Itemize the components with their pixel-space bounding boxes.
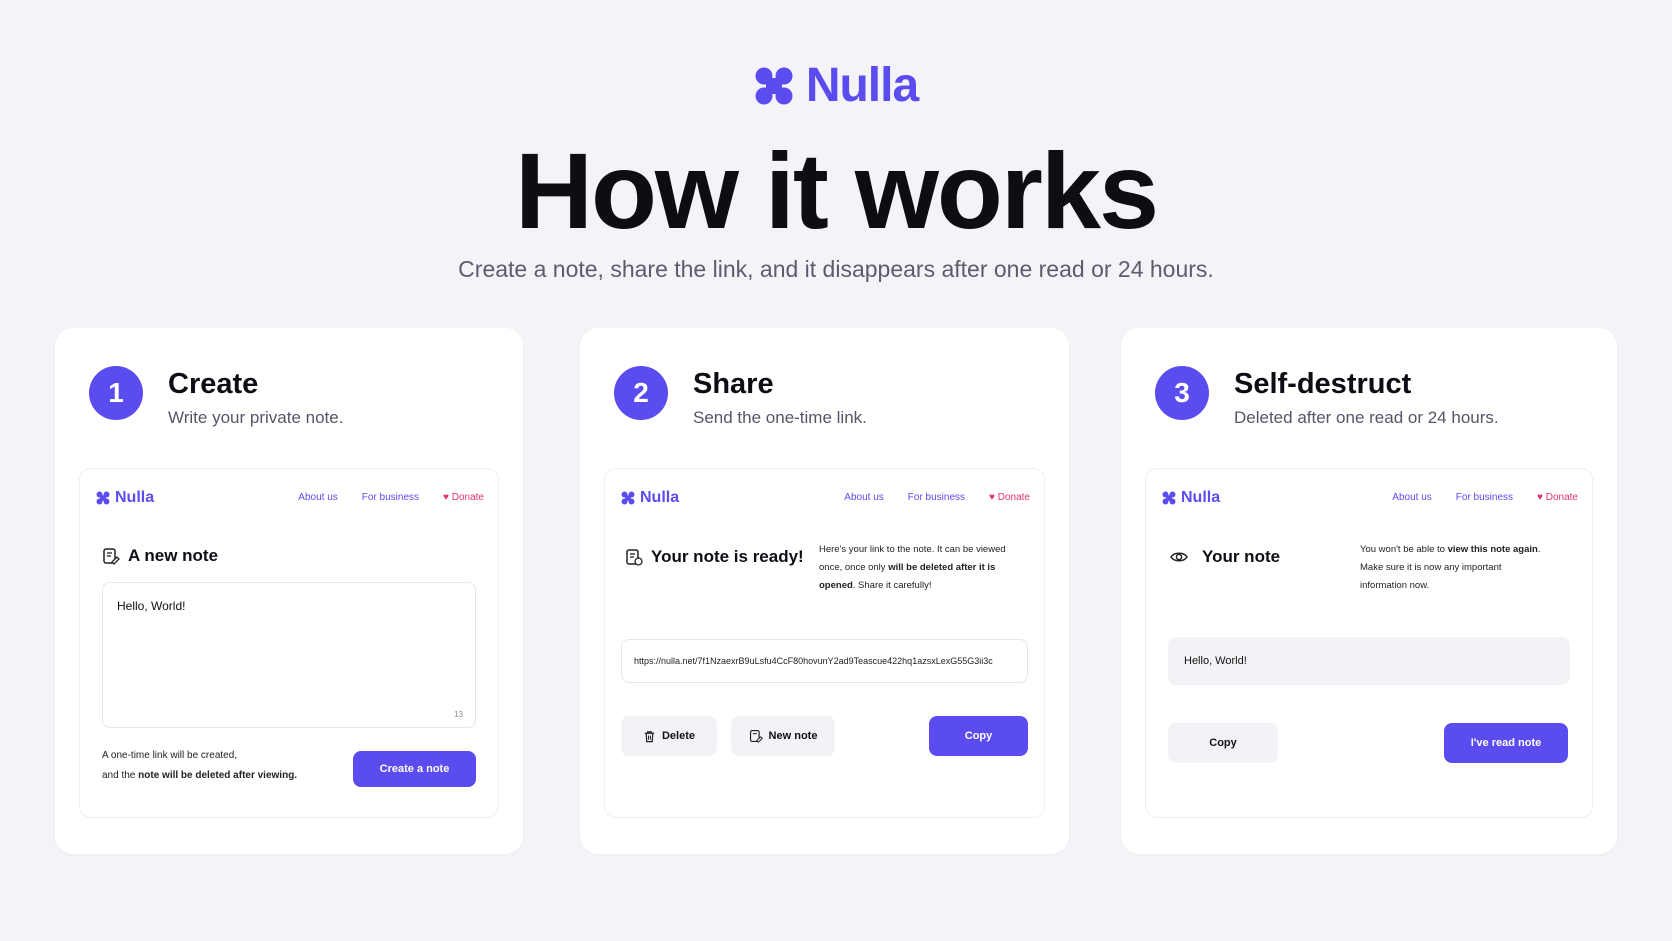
step-title: Share [693, 368, 774, 400]
footer-notice-prefix: and the [102, 770, 139, 781]
mini-nav: About us For business ♥ Donate [298, 492, 484, 503]
mini-brand[interactable]: Nulla [621, 489, 679, 507]
share-link-field[interactable]: https://nulla.net/7f1NzaexrB9uLsfu4CcF80… [621, 639, 1028, 683]
read-note-preview: Nulla About us For business ♥ Donate You… [1145, 468, 1593, 818]
step-description: Send the one-time link. [693, 408, 867, 427]
mini-brand[interactable]: Nulla [96, 489, 154, 507]
step-card-create: 1 Create Write your private note. Nulla … [55, 328, 523, 854]
info-line: Here's your link to the note. It can be … [819, 544, 1006, 555]
heart-icon: ♥ [989, 492, 995, 503]
create-note-preview: Nulla About us For business ♥ Donate A n… [79, 468, 499, 818]
info-line: opened. Share it carefully! [819, 577, 1006, 595]
info-line: once, once only will be deleted after it… [819, 559, 1006, 577]
step-card-share: 2 Share Send the one-time link. Nulla Ab… [580, 328, 1069, 854]
page-title: How it works [514, 130, 1159, 251]
copy-note-button[interactable]: Copy [1168, 723, 1278, 763]
note-textarea[interactable]: Hello, World! 13 [102, 582, 476, 728]
footer-notice-bold: note will be deleted after viewing. [138, 770, 298, 781]
note-content: Hello, World! [1168, 637, 1570, 685]
step-number-badge: 2 [614, 366, 668, 420]
note-edit-icon [103, 548, 120, 565]
new-note-button[interactable]: New note [731, 716, 835, 756]
heart-icon: ♥ [1537, 492, 1543, 503]
footer-notice-line1: A one-time link will be created, [102, 750, 238, 761]
footer-notice-line2: and the note will be deleted after viewi… [102, 766, 297, 786]
info-line: information now. [1360, 580, 1430, 591]
mini-brand-name: Nulla [115, 489, 155, 506]
copy-link-button[interactable]: Copy [929, 716, 1028, 756]
nulla-logo-icon [96, 491, 110, 505]
mini-brand-name: Nulla [1181, 489, 1221, 506]
nav-business-link[interactable]: For business [908, 492, 965, 503]
section-heading: A new note [102, 546, 218, 566]
nav-donate-link[interactable]: ♥ Donate [1537, 492, 1578, 503]
delete-button[interactable]: Delete [621, 716, 717, 756]
step-number-badge: 3 [1155, 366, 1209, 420]
note-check-icon [626, 549, 643, 566]
nav-donate-link[interactable]: ♥ Donate [443, 492, 484, 503]
nav-about-link[interactable]: About us [298, 492, 337, 503]
donate-label: Donate [451, 492, 484, 503]
mini-nav: About us For business ♥ Donate [1392, 492, 1578, 503]
nav-donate-link[interactable]: ♥ Donate [989, 492, 1030, 503]
share-note-preview: Nulla About us For business ♥ Donate You… [604, 468, 1045, 818]
brand-header: Nulla [0, 58, 1672, 113]
footer-notice: A one-time link will be created, and the… [102, 746, 297, 786]
info-prefix: You won't be able to [1360, 544, 1448, 555]
info-suffix: . Share it carefully! [852, 580, 932, 591]
mini-nav: About us For business ♥ Donate [844, 492, 1030, 503]
section-heading-text: Your note is ready! [651, 547, 804, 566]
info-bold: view this note again [1447, 544, 1538, 555]
step-title: Self-destruct [1234, 368, 1412, 400]
section-heading-text: A new note [128, 546, 219, 565]
info-line: You won't be able to view this note agai… [1360, 541, 1540, 559]
nav-business-link[interactable]: For business [1456, 492, 1513, 503]
section-heading: Your note is ready! [625, 547, 804, 567]
read-note-button[interactable]: I've read note [1444, 723, 1568, 763]
create-note-button[interactable]: Create a note [353, 751, 476, 787]
share-info-text: Here's your link to the note. It can be … [819, 541, 1006, 595]
nav-about-link[interactable]: About us [844, 492, 883, 503]
section-heading-text: Your note [1202, 547, 1281, 566]
eye-icon [1170, 552, 1188, 562]
delete-button-label: Delete [661, 730, 696, 742]
info-line: Make sure it is now any important [1360, 562, 1502, 573]
nav-business-link[interactable]: For business [362, 492, 419, 503]
new-note-button-label: New note [768, 730, 818, 742]
info-bold: opened [819, 580, 853, 591]
nulla-logo-icon [755, 67, 793, 104]
info-prefix: once, once only [819, 562, 889, 573]
info-bold: will be deleted after it is [888, 562, 996, 573]
brand-name: Nulla [805, 59, 919, 112]
heart-icon: ♥ [443, 492, 449, 503]
step-card-self-destruct: 3 Self-destruct Deleted after one read o… [1121, 328, 1617, 854]
step-title: Create [168, 368, 259, 400]
nav-about-link[interactable]: About us [1392, 492, 1431, 503]
donate-label: Donate [997, 492, 1030, 503]
donate-label: Donate [1545, 492, 1578, 503]
note-edit-icon [749, 729, 763, 743]
step-number-badge: 1 [89, 366, 143, 420]
read-info-text: You won't be able to view this note agai… [1360, 541, 1540, 595]
char-counter: 13 [454, 710, 463, 719]
step-description: Write your private note. [168, 408, 344, 427]
mini-brand[interactable]: Nulla [1162, 489, 1220, 507]
note-textarea-value: Hello, World! [117, 599, 186, 613]
step-description: Deleted after one read or 24 hours. [1234, 408, 1499, 427]
mini-brand-name: Nulla [640, 489, 680, 506]
page-subtitle: Create a note, share the link, and it di… [458, 256, 1214, 282]
trash-icon [644, 730, 655, 742]
nulla-logo-icon [1162, 491, 1176, 505]
nulla-logo-icon [621, 491, 635, 505]
section-heading: Your note [1170, 547, 1280, 567]
info-suffix: . [1537, 544, 1541, 555]
